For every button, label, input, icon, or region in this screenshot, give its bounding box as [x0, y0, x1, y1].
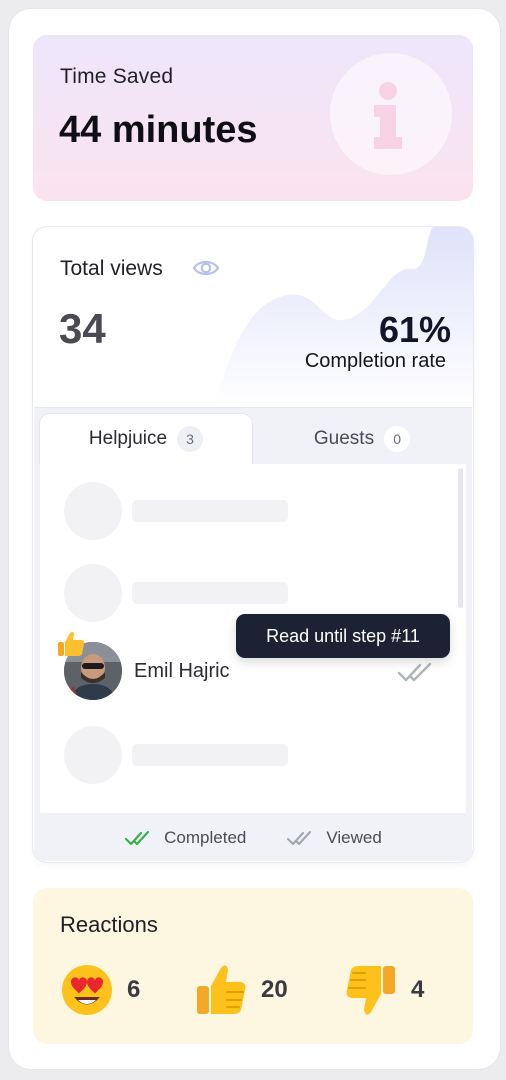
- legend-completed: Completed: [124, 828, 246, 848]
- legend-viewed-label: Viewed: [326, 828, 382, 847]
- time-saved-value: 44 minutes: [59, 109, 258, 151]
- name-placeholder: [132, 744, 288, 766]
- time-saved-label: Time Saved: [60, 65, 174, 88]
- name-placeholder: [132, 500, 288, 522]
- eye-icon: [192, 260, 220, 276]
- avatar-placeholder: [64, 564, 122, 622]
- completion-rate-label: Completion rate: [304, 350, 446, 372]
- list-item-placeholder: [40, 482, 466, 542]
- completed-check-icon: [125, 830, 150, 846]
- heart-eyes-icon: [62, 965, 112, 1015]
- views-card: Total views 34 61% Completion rate Helpj…: [33, 227, 473, 862]
- reaction-heart-eyes[interactable]: 6: [59, 962, 140, 1018]
- reaction-thumbs-up[interactable]: 20: [193, 962, 288, 1018]
- reaction-thumbs-down[interactable]: 4: [343, 962, 424, 1018]
- reactions-title: Reactions: [60, 912, 158, 937]
- read-progress-tooltip: Read until step #11: [236, 614, 450, 658]
- tab-guests-label: Guests: [313, 428, 375, 449]
- double-check-icon: [397, 662, 432, 682]
- reaction-thumbs-down-count: 4: [411, 976, 425, 1003]
- user-name: Emil Hajric: [134, 660, 230, 682]
- thumbs-up-icon: [197, 965, 246, 1014]
- tab-guests-count: 0: [384, 426, 411, 452]
- name-placeholder: [132, 582, 288, 604]
- legend-viewed: Viewed: [286, 828, 382, 848]
- legend-completed-label: Completed: [164, 828, 247, 847]
- reaction-thumbs-up-count: 20: [261, 976, 288, 1003]
- tab-helpjuice-label: Helpjuice: [88, 428, 168, 449]
- status-legend: Completed Viewed: [34, 818, 472, 858]
- list-item-placeholder: [40, 726, 466, 786]
- time-saved-card: Time Saved 44 minutes: [33, 35, 473, 201]
- reaction-heart-eyes-count: 6: [127, 976, 141, 1003]
- completion-rate-value: 61%: [378, 309, 451, 350]
- avatar-placeholder: [64, 726, 122, 784]
- total-views-count: 34: [59, 305, 106, 352]
- avatar-placeholder: [64, 482, 122, 540]
- tab-guests[interactable]: Guests 0: [262, 414, 462, 464]
- thumbs-up-icon: [56, 630, 86, 663]
- reactions-card: Reactions 6 20 4: [33, 888, 473, 1044]
- info-icon: [330, 53, 452, 175]
- thumbs-down-icon: [346, 966, 395, 1015]
- views-summary: Total views 34 61% Completion rate: [33, 227, 473, 407]
- total-views-label: Total views: [60, 257, 163, 280]
- tab-helpjuice[interactable]: Helpjuice 3: [40, 414, 252, 464]
- tab-helpjuice-count: 3: [177, 426, 204, 452]
- viewed-check-icon: [287, 830, 312, 846]
